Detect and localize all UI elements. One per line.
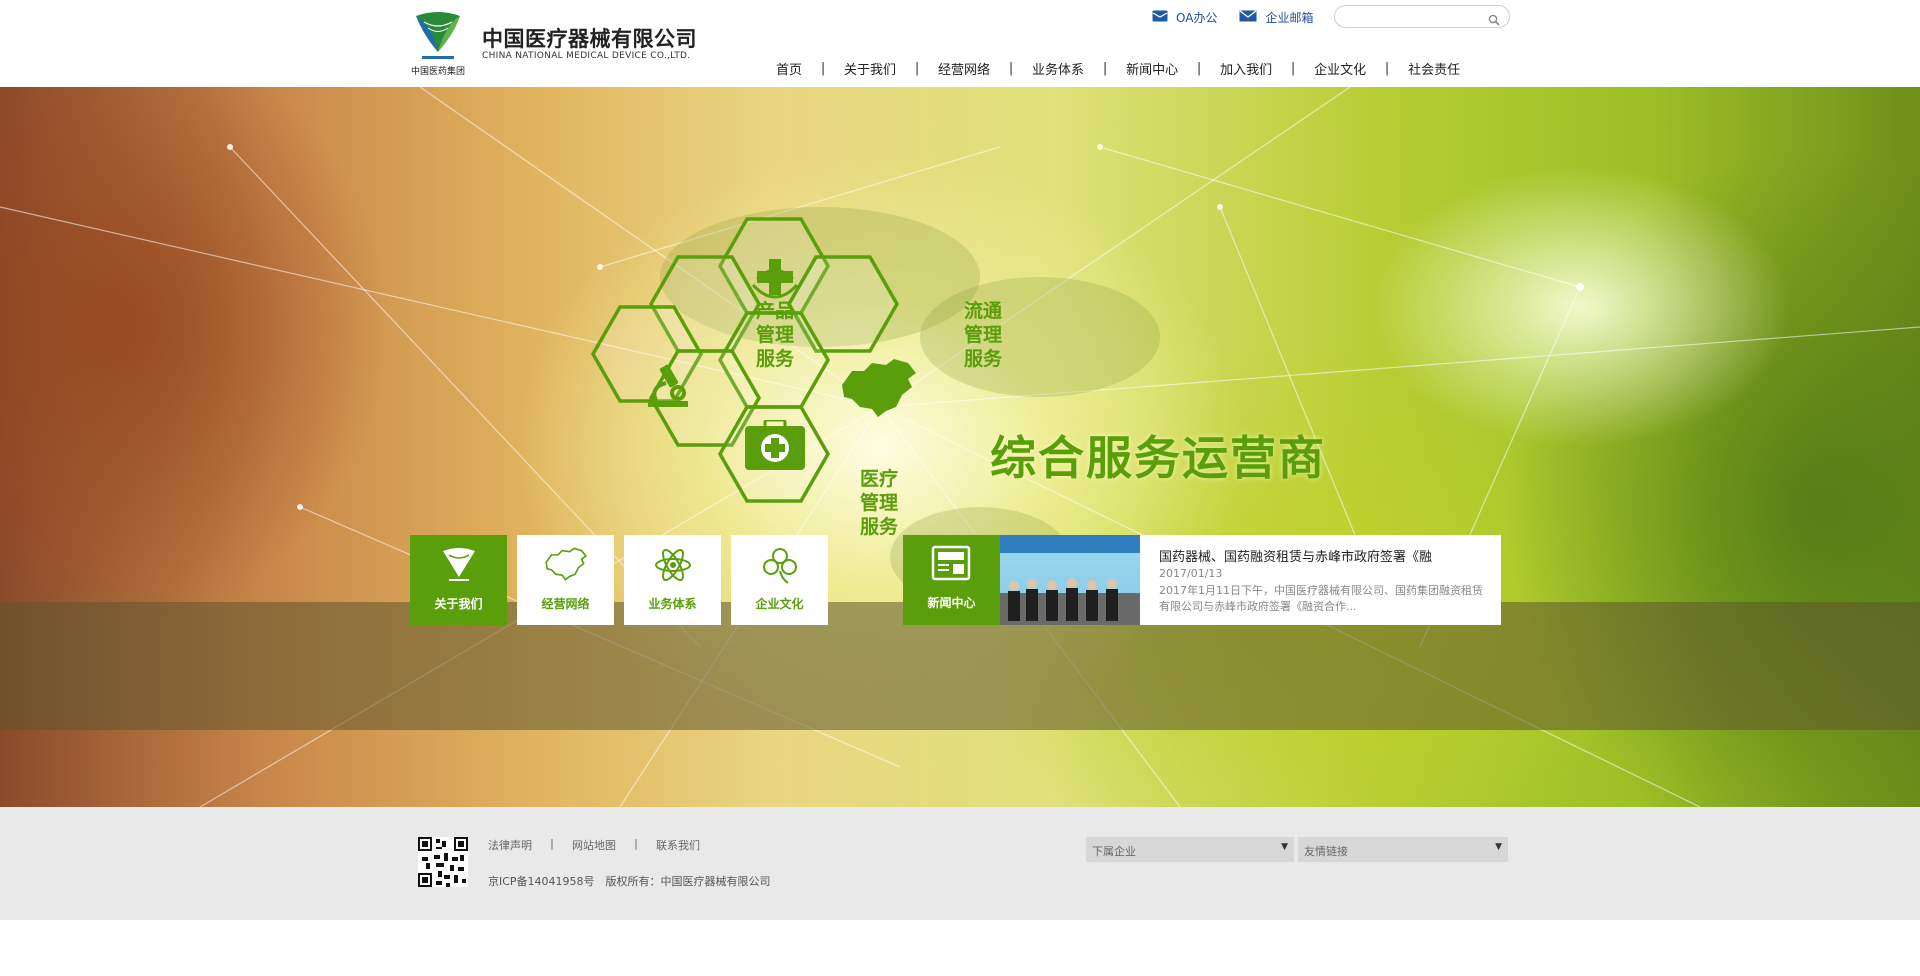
select-value: 友情链接 bbox=[1304, 845, 1348, 858]
search-icon[interactable] bbox=[1488, 11, 1500, 26]
oa-office-link[interactable]: OA办公 bbox=[1152, 9, 1217, 26]
umbrella-logo-icon bbox=[410, 545, 507, 587]
nav-social-responsibility[interactable]: 社会责任 bbox=[1408, 59, 1460, 78]
hex-line: 医疗 bbox=[859, 468, 898, 490]
tile-label: 企业文化 bbox=[755, 597, 804, 611]
hex-line: 流通 bbox=[963, 300, 1002, 322]
nav-home[interactable]: 首页 bbox=[776, 59, 802, 78]
news-center-tab[interactable]: 新闻中心 bbox=[903, 535, 1000, 625]
footer-link-legal[interactable]: 法律声明 bbox=[488, 837, 532, 853]
company-logo[interactable]: 中国医药集团 bbox=[410, 8, 466, 78]
tile-network[interactable]: 经营网络 bbox=[517, 535, 614, 625]
hex-line: 服务 bbox=[963, 348, 1002, 370]
main-nav: 首页 | 关于我们 | 经营网络 | 业务体系 | 新闻中心 | 加入我们 | … bbox=[776, 59, 1460, 78]
china-map-icon bbox=[838, 357, 920, 419]
nav-separator: | bbox=[1290, 61, 1296, 76]
hex-line: 产品 bbox=[755, 300, 794, 322]
nav-business[interactable]: 业务体系 bbox=[1032, 59, 1084, 78]
chevron-down-icon: ▼ bbox=[1281, 842, 1288, 852]
enterprise-mail-label: 企业邮箱 bbox=[1265, 10, 1314, 25]
site-footer: 法律声明 | 网站地图 | 联系我们 京ICP备14041958号 版权所有：中… bbox=[0, 807, 1920, 920]
first-aid-kit-icon bbox=[743, 418, 807, 472]
tile-culture[interactable]: 企业文化 bbox=[731, 535, 828, 625]
footer-separator: | bbox=[550, 837, 554, 850]
search-box bbox=[1334, 5, 1510, 28]
company-name-en: CHINA NATIONAL MEDICAL DEVICE CO.,LTD. bbox=[482, 51, 691, 61]
hex-line: 管理 bbox=[859, 492, 898, 514]
nav-about-us[interactable]: 关于我们 bbox=[844, 59, 896, 78]
hex-line: 管理 bbox=[963, 324, 1002, 346]
footer-link-sitemap[interactable]: 网站地图 bbox=[572, 837, 616, 853]
footer-link-contact[interactable]: 联系我们 bbox=[656, 837, 700, 853]
tile-label: 关于我们 bbox=[434, 597, 483, 611]
product-management-hex: 产品 管理 服务 bbox=[740, 299, 810, 371]
news-photo[interactable] bbox=[1000, 535, 1140, 625]
subsidiaries-select[interactable]: 下属企业 ▼ bbox=[1086, 837, 1294, 862]
footer-links: 法律声明 | 网站地图 | 联系我们 bbox=[488, 837, 700, 853]
nav-separator: | bbox=[1102, 61, 1108, 76]
atom-icon bbox=[624, 545, 721, 587]
china-map-icon bbox=[517, 545, 614, 587]
svg-text:中国医药集团: 中国医药集团 bbox=[411, 65, 465, 77]
nav-culture[interactable]: 企业文化 bbox=[1314, 59, 1366, 78]
banner-slogan: 综合服务运营商 bbox=[990, 431, 1326, 485]
friendly-links-select[interactable]: 友情链接 ▼ bbox=[1298, 837, 1508, 862]
news-box: 新闻中心 国药器械、国药融资租赁与赤峰市政府签署《融 2017/01/13 20… bbox=[903, 535, 1501, 625]
envelope-icon bbox=[1239, 9, 1257, 25]
nav-network[interactable]: 经营网络 bbox=[938, 59, 990, 78]
nav-separator: | bbox=[1196, 61, 1202, 76]
company-name: 中国医疗器械有限公司 bbox=[482, 27, 697, 51]
tile-label: 经营网络 bbox=[541, 597, 590, 611]
footer-separator: | bbox=[634, 837, 638, 850]
site-header: 中国医药集团 中国医疗器械有限公司 CHINA NATIONAL MEDICAL… bbox=[0, 0, 1920, 87]
nav-separator: | bbox=[1008, 61, 1014, 76]
logistics-management-hex: 流通 管理 服务 bbox=[948, 299, 1018, 371]
medical-management-hex: 医疗 管理 服务 bbox=[844, 467, 914, 539]
nav-news[interactable]: 新闻中心 bbox=[1126, 59, 1178, 78]
news-summary: 2017年1月11日下午，中国医疗器械有限公司、国药集团融资租赁有限公司与赤峰市… bbox=[1159, 584, 1483, 613]
enterprise-mail-link[interactable]: 企业邮箱 bbox=[1239, 9, 1313, 26]
hero-banner: 产品 管理 服务 流通 管理 服务 医疗 管理 服务 综合服务运营商 bbox=[0, 87, 1920, 807]
nav-separator: | bbox=[914, 61, 920, 76]
nav-separator: | bbox=[820, 61, 826, 76]
search-input[interactable] bbox=[1343, 7, 1483, 28]
microscope-icon bbox=[642, 361, 698, 411]
news-tab-label: 新闻中心 bbox=[927, 596, 976, 610]
nav-separator: | bbox=[1384, 61, 1390, 76]
select-value: 下属企业 bbox=[1092, 845, 1136, 858]
oa-office-label: OA办公 bbox=[1176, 10, 1218, 25]
copyright-text: 京ICP备14041958号 版权所有：中国医疗器械有限公司 bbox=[488, 875, 771, 888]
newspaper-icon bbox=[931, 545, 971, 585]
hex-line: 管理 bbox=[755, 324, 794, 346]
hex-line: 服务 bbox=[755, 348, 794, 370]
tile-about-us[interactable]: 关于我们 bbox=[410, 535, 507, 625]
tile-business[interactable]: 业务体系 bbox=[624, 535, 721, 625]
qr-code bbox=[418, 837, 468, 887]
top-links: OA办公 企业邮箱 bbox=[1152, 7, 1313, 27]
chevron-down-icon: ▼ bbox=[1495, 842, 1502, 852]
nav-join-us[interactable]: 加入我们 bbox=[1220, 59, 1272, 78]
news-title[interactable]: 国药器械、国药融资租赁与赤峰市政府签署《融 bbox=[1159, 546, 1489, 565]
clover-icon bbox=[731, 545, 828, 587]
news-date: 2017/01/13 bbox=[1159, 567, 1223, 580]
tile-label: 业务体系 bbox=[648, 597, 697, 611]
inbox-icon bbox=[1152, 10, 1168, 25]
